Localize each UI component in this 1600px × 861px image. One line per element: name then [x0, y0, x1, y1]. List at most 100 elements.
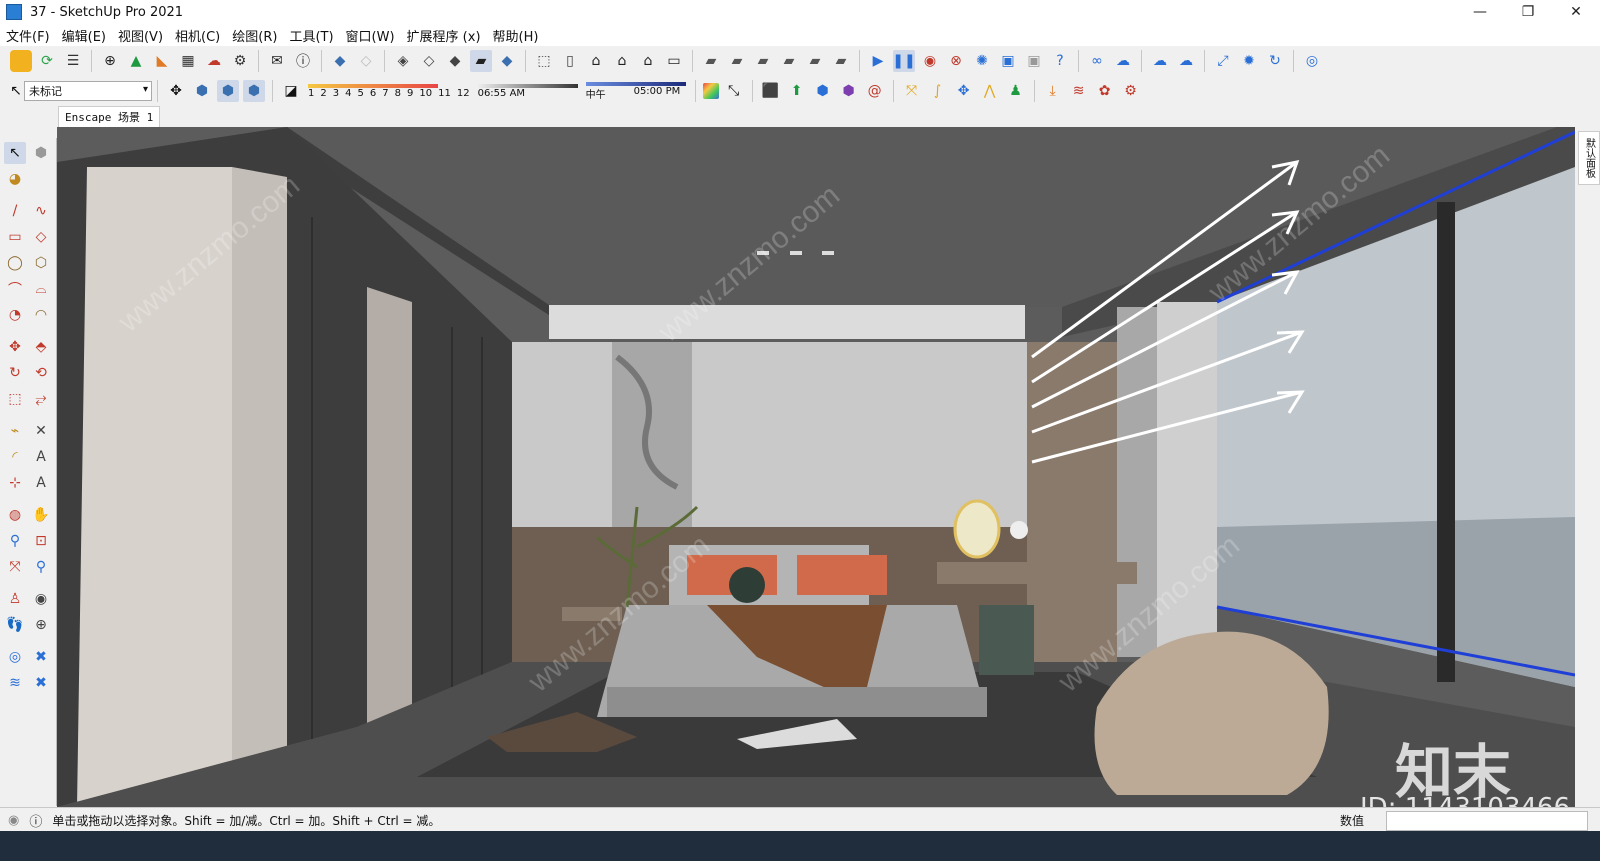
- cloud-icon[interactable]: ☁: [203, 50, 225, 72]
- add-circle-icon[interactable]: ⊕: [99, 50, 121, 72]
- door-icon[interactable]: ▯: [559, 50, 581, 72]
- close-button[interactable]: ✕: [1552, 0, 1600, 24]
- material-icon[interactable]: ▰: [700, 50, 722, 72]
- select-tool-icon[interactable]: ↖: [4, 142, 26, 164]
- push-pull-icon[interactable]: ⬘: [30, 336, 52, 358]
- section-3-icon[interactable]: ◆: [444, 50, 466, 72]
- material-5-icon[interactable]: ▰: [804, 50, 826, 72]
- menu-edit[interactable]: 编辑(E): [56, 26, 112, 45]
- pin-icon[interactable]: ⤧: [901, 80, 923, 102]
- sandbox-4-icon[interactable]: ✖: [30, 672, 52, 694]
- cube-blue-icon[interactable]: ⬢: [217, 80, 239, 102]
- palette-icon[interactable]: ◣: [151, 50, 173, 72]
- house-2-icon[interactable]: ⌂: [611, 50, 633, 72]
- menu-file[interactable]: 文件(F): [0, 26, 56, 45]
- tree-icon[interactable]: ▲: [125, 50, 147, 72]
- zoom-extents-icon[interactable]: ⤧: [4, 556, 26, 578]
- move-icon[interactable]: ✥: [953, 80, 975, 102]
- nodes-icon[interactable]: ✹: [1238, 50, 1260, 72]
- cloud-sync-icon[interactable]: ☁: [1175, 50, 1197, 72]
- section-4-icon[interactable]: ▰: [470, 50, 492, 72]
- link-icon[interactable]: ∞: [1086, 50, 1108, 72]
- checker-icon[interactable]: ▦: [177, 50, 199, 72]
- sketchup-logo-icon[interactable]: [10, 50, 32, 72]
- expand-icon[interactable]: ⤢: [1212, 50, 1234, 72]
- monitor-icon[interactable]: ▣: [997, 50, 1019, 72]
- house-3-icon[interactable]: ⌂: [637, 50, 659, 72]
- rotated-rect-icon[interactable]: ◇: [30, 226, 52, 248]
- menu-tools[interactable]: 工具(T): [283, 26, 339, 45]
- arc-3-icon[interactable]: ◠: [30, 304, 52, 326]
- menu-help[interactable]: 帮助(H): [487, 26, 545, 45]
- default-tray-tab[interactable]: 默认面板: [1578, 131, 1600, 185]
- box-icon[interactable]: ◆: [329, 50, 351, 72]
- position-camera-icon[interactable]: ♙: [4, 588, 26, 610]
- rainbow-icon[interactable]: [702, 83, 719, 99]
- arc-icon[interactable]: ⌒: [4, 278, 26, 300]
- spiral-icon[interactable]: @: [864, 80, 886, 102]
- offset-icon[interactable]: ⥂: [30, 388, 52, 410]
- menu-draw[interactable]: 绘图(R): [226, 26, 283, 45]
- zoom-icon[interactable]: ⚲: [4, 530, 26, 552]
- time-settings[interactable]: 06:55 AM: [477, 83, 578, 99]
- component-tool-icon[interactable]: ⬢: [30, 142, 52, 164]
- refresh-icon[interactable]: ↻: [1264, 50, 1286, 72]
- text-tool-icon[interactable]: A: [30, 446, 52, 468]
- protractor-icon[interactable]: ◜: [4, 446, 26, 468]
- stack-icon[interactable]: ≋: [1068, 80, 1090, 102]
- rectangle-icon[interactable]: ▭: [4, 226, 26, 248]
- pie-icon[interactable]: ◔: [4, 304, 26, 326]
- mail-icon[interactable]: ✉: [266, 50, 288, 72]
- minimize-button[interactable]: —: [1456, 0, 1504, 24]
- box-2-icon[interactable]: ◇: [355, 50, 377, 72]
- link-2-icon[interactable]: ☁: [1112, 50, 1134, 72]
- measurements-input[interactable]: [1386, 811, 1588, 831]
- previous-view-icon[interactable]: ⚲: [30, 556, 52, 578]
- dimension-icon[interactable]: ✕: [30, 420, 52, 442]
- walk-icon[interactable]: 👣: [4, 614, 26, 636]
- sandbox-icon[interactable]: ◎: [4, 646, 26, 668]
- sandbox-3-icon[interactable]: ≋: [4, 672, 26, 694]
- orbit-icon[interactable]: ✥: [165, 80, 187, 102]
- pointer-icon[interactable]: ⤡: [723, 80, 745, 102]
- material-4-icon[interactable]: ▰: [778, 50, 800, 72]
- sandbox-2-icon[interactable]: ✖: [30, 646, 52, 668]
- pause-icon[interactable]: ❚❚: [892, 50, 916, 72]
- house-4-icon[interactable]: ▭: [663, 50, 685, 72]
- shadow-settings[interactable]: 1 2 3 4 5 6 7 8 9 10 11 12: [308, 83, 470, 99]
- zoom-window-icon[interactable]: ⊡: [30, 530, 52, 552]
- stop-icon[interactable]: ⊗: [945, 50, 967, 72]
- arc-2-icon[interactable]: ⌓: [30, 278, 52, 300]
- material-2-icon[interactable]: ▰: [726, 50, 748, 72]
- move-tool-icon[interactable]: ✥: [4, 336, 26, 358]
- time-settings-2[interactable]: 中午 05:00 PM: [585, 81, 686, 101]
- section-plane-icon[interactable]: ⊕: [30, 614, 52, 636]
- ruler-icon[interactable]: ⋀: [979, 80, 1001, 102]
- select-arrow-icon[interactable]: ↖: [10, 80, 22, 102]
- box-yellow-icon[interactable]: ⬛: [760, 80, 782, 102]
- component-icon[interactable]: ⬚: [533, 50, 555, 72]
- menu-camera[interactable]: 相机(C): [169, 26, 226, 45]
- sync-icon[interactable]: ⟳: [36, 50, 58, 72]
- eraser-icon[interactable]: ◪: [280, 80, 302, 102]
- help-icon[interactable]: ?: [1049, 50, 1071, 72]
- section-5-icon[interactable]: ◆: [496, 50, 518, 72]
- play-icon[interactable]: ▶: [867, 50, 889, 72]
- gear-red-icon[interactable]: ⚙: [1120, 80, 1142, 102]
- settings-icon[interactable]: ✺: [971, 50, 993, 72]
- window-icon[interactable]: ▣: [1023, 50, 1045, 72]
- house-icon[interactable]: ⌂: [585, 50, 607, 72]
- follow-me-icon[interactable]: ⟲: [30, 362, 52, 384]
- 3d-text-icon[interactable]: A: [30, 472, 52, 494]
- pan-icon[interactable]: ✋: [30, 504, 52, 526]
- chrome-icon[interactable]: ◎: [1301, 50, 1323, 72]
- paint-icon[interactable]: ✿: [1094, 80, 1116, 102]
- person-icon[interactable]: ♟: [1005, 80, 1027, 102]
- info-icon[interactable]: ⓘ: [292, 50, 314, 72]
- line-tool-icon[interactable]: /: [4, 200, 26, 222]
- scale-icon[interactable]: ⬚: [4, 388, 26, 410]
- geo-location-icon[interactable]: ◉: [8, 813, 19, 828]
- layers-icon[interactable]: ☰: [62, 50, 84, 72]
- menu-window[interactable]: 窗口(W): [340, 26, 401, 45]
- menu-extensions[interactable]: 扩展程序 (x): [401, 26, 487, 45]
